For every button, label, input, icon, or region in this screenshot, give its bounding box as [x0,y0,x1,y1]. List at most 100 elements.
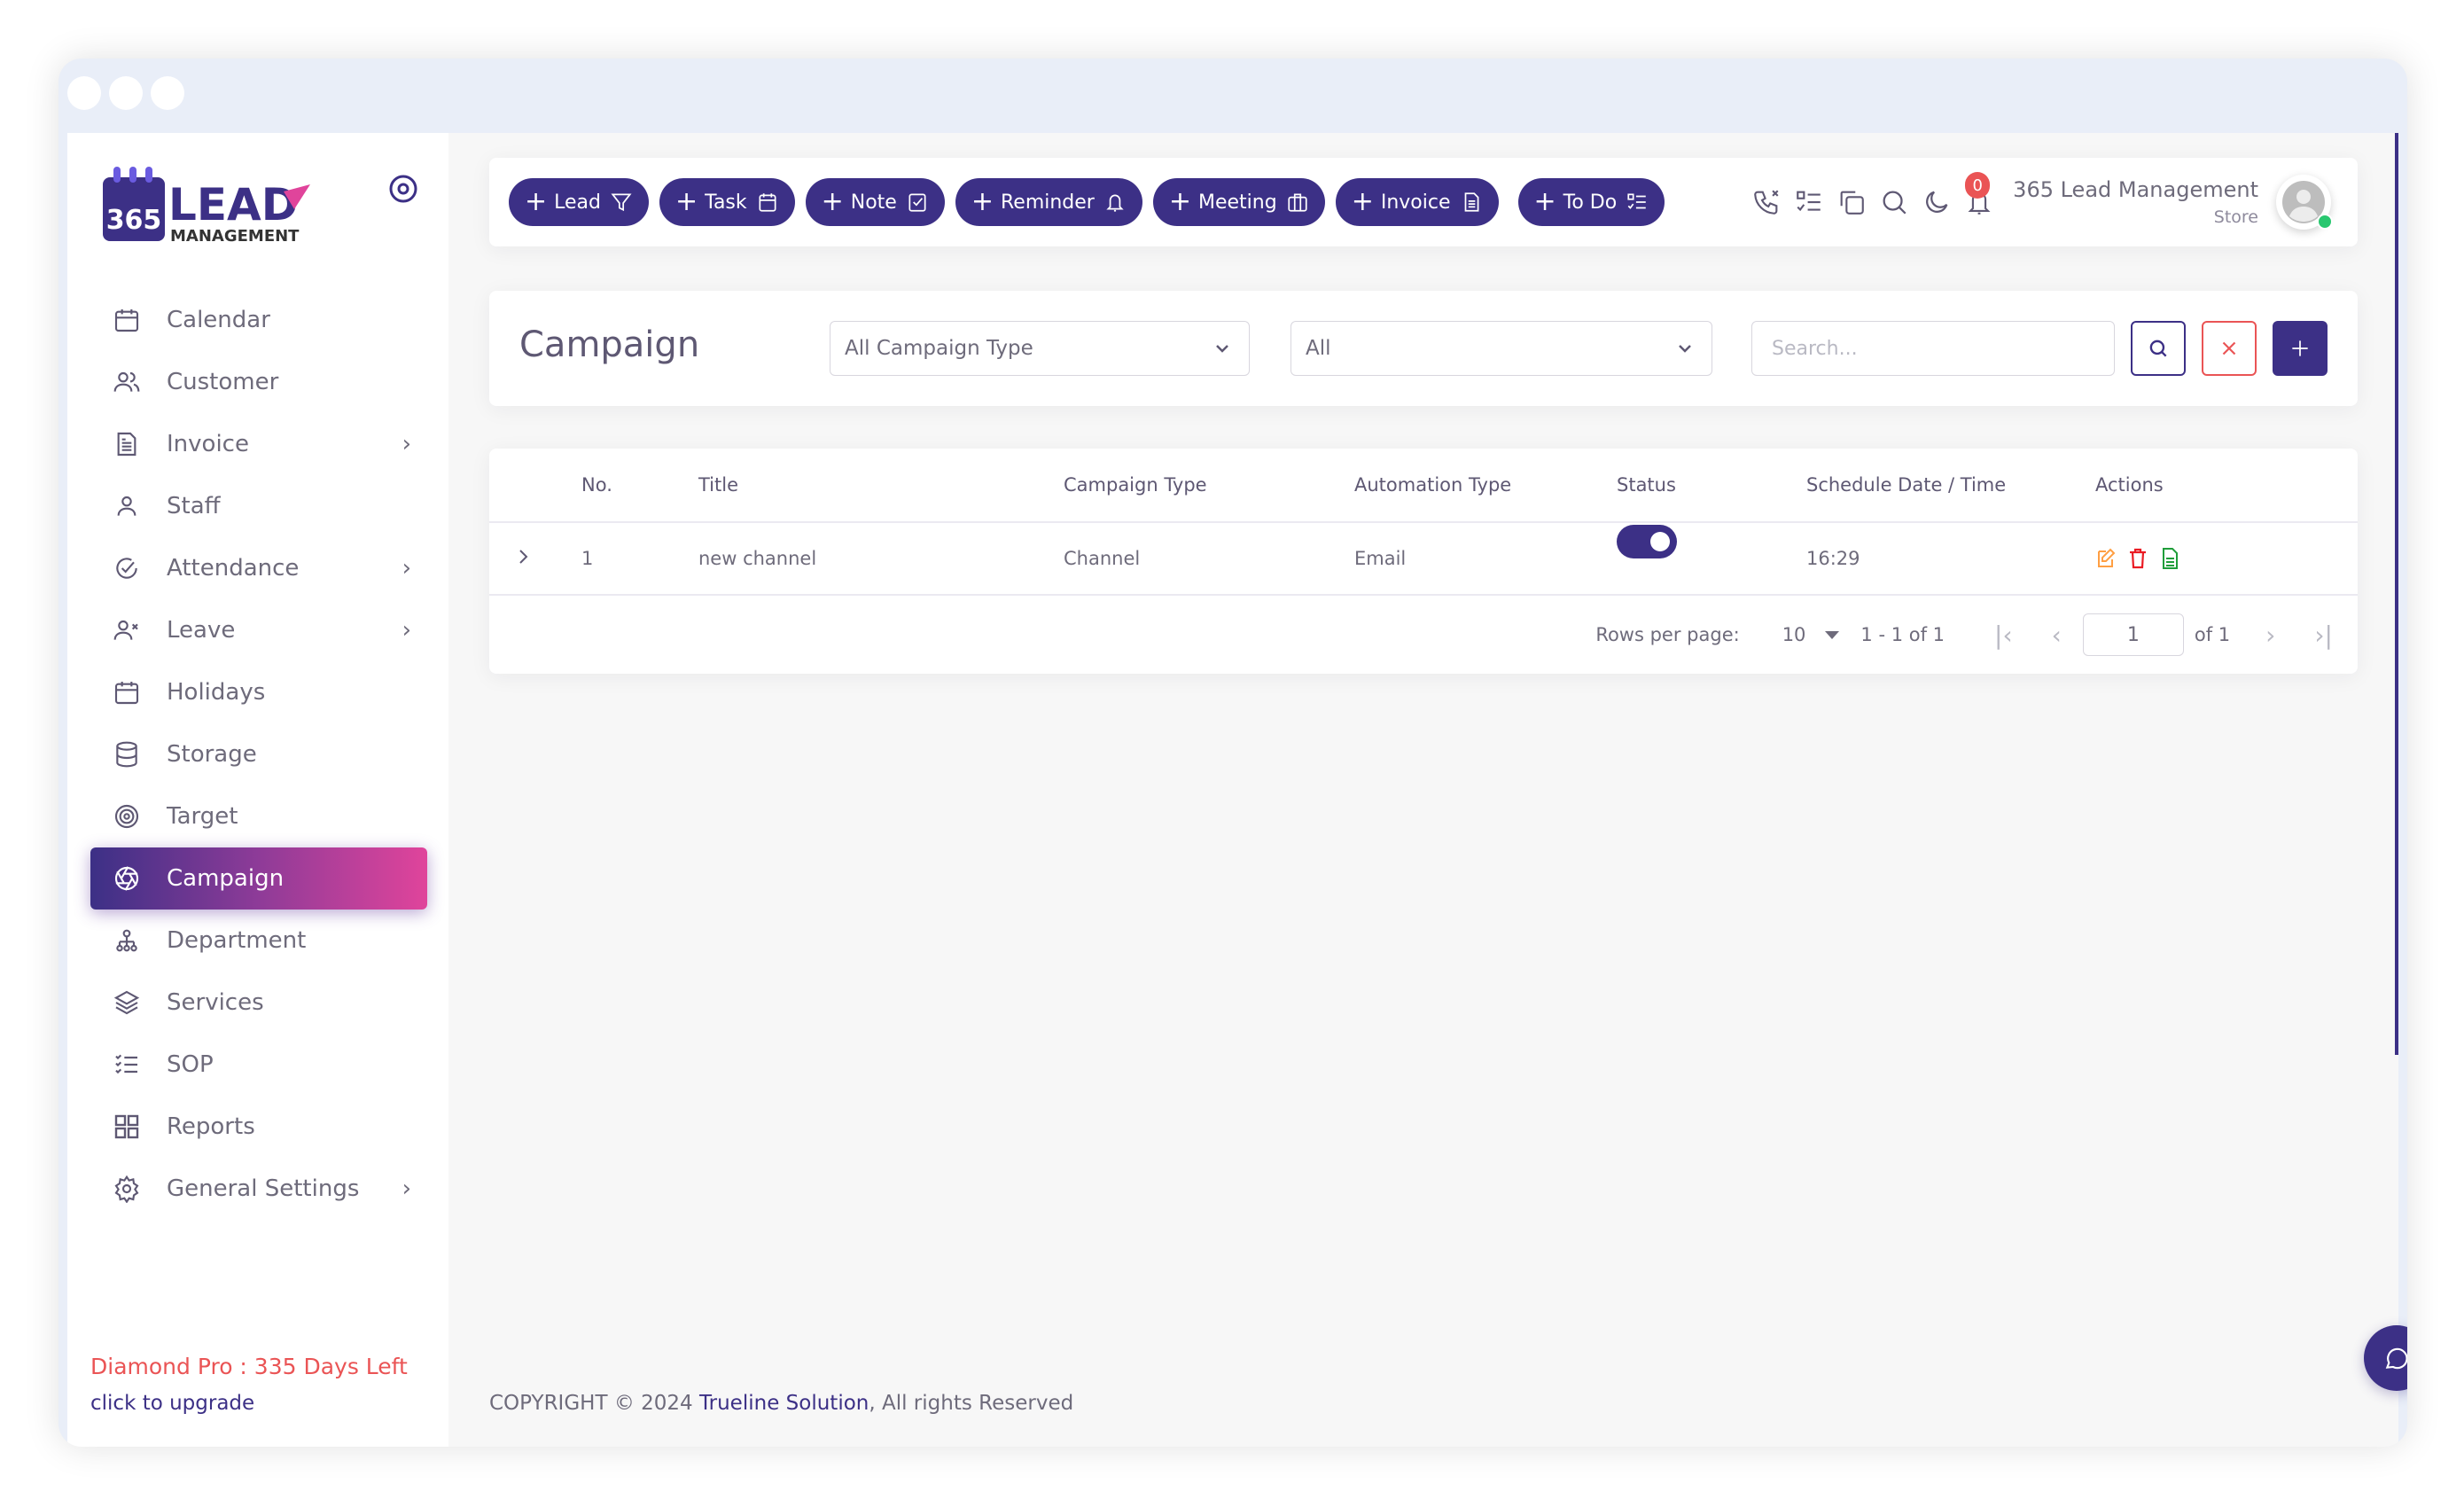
delete-button[interactable] [2127,547,2148,570]
plus-icon [2292,340,2308,356]
plan-days-left: Diamond Pro : 335 Days Left [90,1354,408,1379]
file-text-icon [112,429,142,459]
prev-page-button[interactable]: ‹ [2052,621,2062,650]
campaign-filter-bar: Campaign All Campaign Type All [489,291,2358,406]
user-info[interactable]: 365 Lead Management Store [2013,177,2258,227]
sidebar-toggle-button[interactable] [388,174,418,204]
upgrade-link[interactable]: click to upgrade [90,1392,408,1415]
company-link[interactable]: Trueline Solution [699,1392,869,1415]
navbar-right: 0 365 Lead Management Store [1742,158,2333,246]
sidebar-item-general-settings[interactable]: General Settings › [90,1158,427,1220]
page-number-input[interactable] [2082,613,2184,656]
search-button[interactable] [2131,321,2186,376]
copyright-text: COPYRIGHT © 2024 [489,1392,699,1415]
sidebar-item-label: Attendance [167,555,300,582]
copyright-suffix: , All rights Reserved [869,1392,1074,1415]
next-page-button[interactable]: › [2265,621,2275,650]
plus-icon: + [1351,186,1374,217]
column-header-title[interactable]: Title [698,474,738,496]
window-maximize-button[interactable] [151,76,184,110]
app-body: 365 LEAD MANAGEMENT Calendar Customer In… [67,133,2407,1447]
user-x-icon [112,615,142,645]
calendar-icon [112,677,142,707]
vertical-scrollbar[interactable] [2395,133,2398,1055]
sidebar-item-services[interactable]: Services [90,972,427,1034]
total-pages-text: of 1 [2194,624,2231,645]
quick-add-invoice-button[interactable]: + Invoice [1335,178,1499,226]
quick-add-meeting-button[interactable]: + Meeting [1152,178,1325,226]
todo-list-icon[interactable] [1791,184,1827,220]
sidebar-item-leave[interactable]: Leave › [90,599,427,661]
status-select[interactable]: All [1290,321,1712,376]
window-minimize-button[interactable] [109,76,143,110]
sidebar-item-label: Invoice [167,431,249,457]
grid-icon [112,1112,142,1142]
table-header: No. Title Campaign Type Automation Type … [489,449,2358,523]
layers-icon [112,988,142,1018]
clear-filters-button[interactable] [2202,321,2257,376]
sidebar-item-label: SOP [167,1051,214,1078]
sidebar-item-invoice[interactable]: Invoice › [90,413,427,475]
campaign-type-select[interactable]: All Campaign Type [830,321,1250,376]
sidebar-item-attendance[interactable]: Attendance › [90,537,427,599]
notification-bell-button[interactable]: 0 [1961,172,1997,220]
row-automation-type: Email [1354,548,1407,569]
logo[interactable]: 365 LEAD MANAGEMENT [101,165,331,246]
column-header-schedule[interactable]: Schedule Date / Time [1806,474,2006,496]
chevron-down-icon [1679,345,1691,353]
sidebar-item-campaign[interactable]: Campaign [90,847,427,910]
add-campaign-button[interactable] [2273,321,2328,376]
plus-icon: + [821,186,844,217]
column-header-campaign-type[interactable]: Campaign Type [1064,474,1207,496]
sidebar-item-holidays[interactable]: Holidays [90,661,427,723]
quick-add-todo-button[interactable]: + To Do [1517,178,1665,226]
close-icon [2222,341,2236,355]
first-page-button[interactable]: |‹ [1994,621,2013,650]
button-label: Meeting [1198,191,1277,214]
copy-icon[interactable] [1834,184,1869,220]
search-icon[interactable] [1876,184,1912,220]
status-toggle[interactable] [1617,525,1677,575]
rows-per-page-select[interactable]: 10 [1782,624,1840,645]
edit-button[interactable] [2095,547,2117,570]
sidebar-item-sop[interactable]: SOP [90,1034,427,1096]
column-header-actions: Actions [2095,474,2164,496]
chevron-down-icon [1216,345,1228,353]
column-header-no[interactable]: No. [581,474,612,496]
quick-add-task-button[interactable]: + Task [659,178,795,226]
chat-button[interactable]: 0 [2364,1325,2407,1391]
sidebar-item-customer[interactable]: Customer [90,351,427,413]
sidebar-item-staff[interactable]: Staff [90,475,427,537]
quick-add-reminder-button[interactable]: + Reminder [955,178,1142,226]
search-input[interactable] [1751,321,2115,376]
column-header-status[interactable]: Status [1617,474,1676,496]
sidebar-item-label: Staff [167,493,221,519]
moon-icon[interactable] [1919,184,1954,220]
sidebar-item-department[interactable]: Department [90,910,427,972]
last-page-button[interactable]: ›| [2314,621,2333,650]
notification-count-badge: 0 [1965,172,1991,199]
table-row: 1 new channel Channel Email 16:29 [489,523,2358,596]
column-header-automation-type[interactable]: Automation Type [1354,474,1511,496]
user-role: Store [2213,207,2258,227]
avatar[interactable] [2276,175,2333,230]
expand-row-button[interactable] [512,546,534,572]
briefcase-icon [1286,191,1309,214]
sidebar-item-target[interactable]: Target [90,785,427,847]
window-close-button[interactable] [67,76,101,110]
sidebar-item-calendar[interactable]: Calendar [90,289,427,351]
row-actions [2095,547,2180,570]
top-navbar: + Lead + Task + Note + Reminder + Meetin… [489,158,2358,246]
calendar-icon [756,191,779,214]
sidebar-item-reports[interactable]: Reports [90,1096,427,1158]
missed-call-icon[interactable] [1749,184,1784,220]
document-button[interactable] [2159,547,2180,570]
calendar-icon [112,305,142,335]
online-status-dot [2317,214,2333,230]
sidebar-item-storage[interactable]: Storage [90,723,427,785]
quick-add-lead-button[interactable]: + Lead [509,178,649,226]
button-label: To Do [1563,191,1618,214]
quick-add-note-button[interactable]: + Note [805,178,945,226]
button-label: Invoice [1380,191,1451,214]
chevron-right-icon [519,549,528,564]
